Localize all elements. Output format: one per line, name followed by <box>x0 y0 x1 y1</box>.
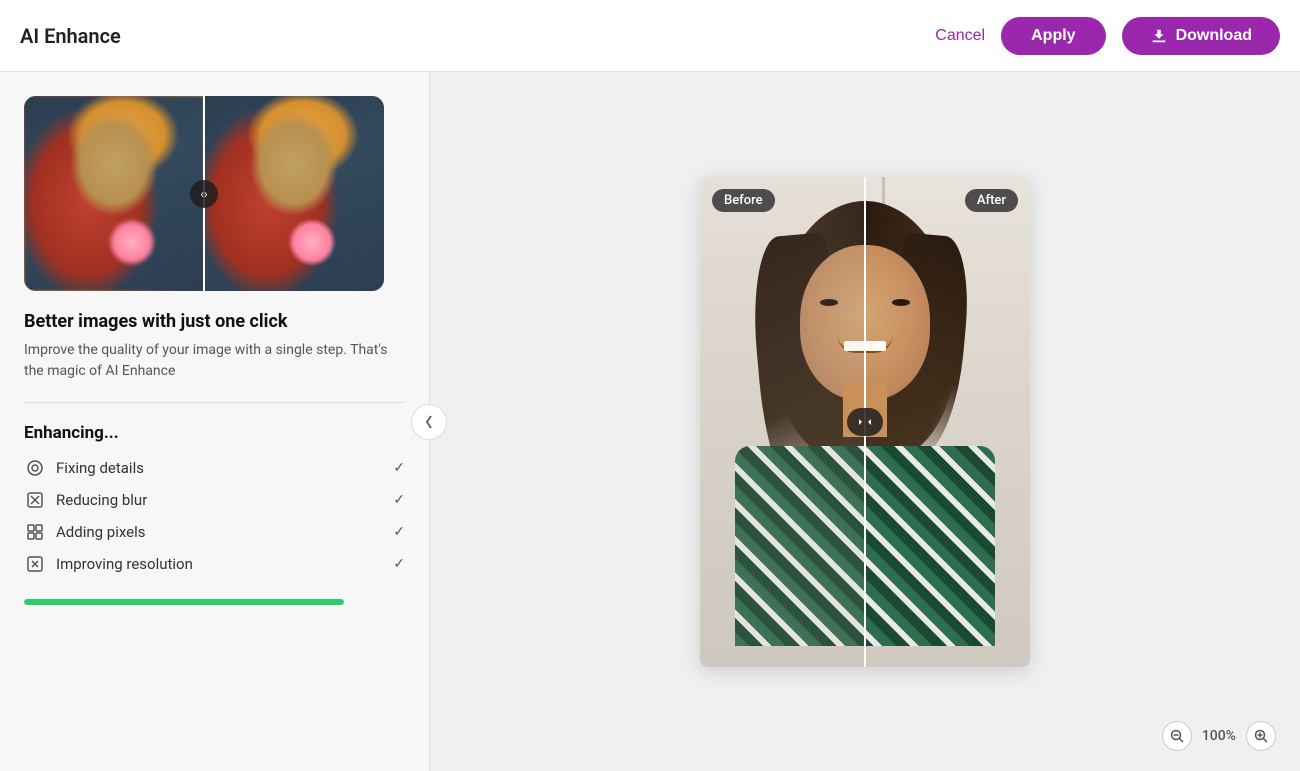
fixing-details-icon <box>24 457 46 479</box>
download-icon <box>1150 27 1168 45</box>
enhance-item-label: Fixing details <box>56 459 144 477</box>
zoom-level: 100% <box>1202 728 1236 744</box>
download-button[interactable]: Download <box>1122 17 1280 55</box>
right-panel: Before After 100% <box>430 72 1300 771</box>
enhance-item-label: Improving resolution <box>56 555 193 573</box>
zoom-in-button[interactable] <box>1246 721 1276 751</box>
image-comparison[interactable]: Before After <box>700 177 1030 667</box>
description-text: Improve the quality of your image with a… <box>24 340 405 382</box>
before-overlay <box>700 177 865 667</box>
preview-after <box>204 96 384 291</box>
right-eye <box>892 299 910 306</box>
list-item: Reducing blur ✓ <box>24 489 405 511</box>
header-actions: Cancel Apply Download <box>935 17 1280 55</box>
progress-bar <box>24 599 344 605</box>
list-item: Adding pixels ✓ <box>24 521 405 543</box>
adding-pixels-icon <box>24 521 46 543</box>
collapse-panel-button[interactable] <box>411 404 447 440</box>
progress-bar-fill <box>24 599 344 605</box>
preview-slider-handle[interactable]: ‹› <box>190 180 218 208</box>
page-title: AI Enhance <box>20 24 121 48</box>
header: AI Enhance Cancel Apply Download <box>0 0 1300 72</box>
left-panel: ‹› Better images with just one click Imp… <box>0 72 430 771</box>
main-content: ‹› Better images with just one click Imp… <box>0 72 1300 771</box>
zoom-out-button[interactable] <box>1162 721 1192 751</box>
description-title: Better images with just one click <box>24 311 405 332</box>
check-icon: ✓ <box>393 460 405 476</box>
preview-before <box>24 96 204 291</box>
divider <box>24 402 405 403</box>
cancel-button[interactable]: Cancel <box>935 27 985 45</box>
check-icon: ✓ <box>393 492 405 508</box>
list-item: Fixing details ✓ <box>24 457 405 479</box>
preview-split: ‹› <box>24 96 384 291</box>
comparison-handle[interactable] <box>847 408 883 436</box>
preview-image: ‹› <box>24 96 384 291</box>
improving-resolution-icon <box>24 553 46 575</box>
list-item: Improving resolution ✓ <box>24 553 405 575</box>
enhance-list: Fixing details ✓ Reducing blur ✓ <box>24 457 405 575</box>
enhancing-title: Enhancing... <box>24 423 405 443</box>
before-label: Before <box>712 189 775 212</box>
check-icon: ✓ <box>393 524 405 540</box>
after-label: After <box>965 189 1018 212</box>
enhance-item-label: Adding pixels <box>56 523 146 541</box>
reducing-blur-icon <box>24 489 46 511</box>
enhance-item-label: Reducing blur <box>56 491 147 509</box>
apply-button[interactable]: Apply <box>1001 17 1105 55</box>
check-icon: ✓ <box>393 556 405 572</box>
zoom-controls: 100% <box>1162 721 1276 751</box>
